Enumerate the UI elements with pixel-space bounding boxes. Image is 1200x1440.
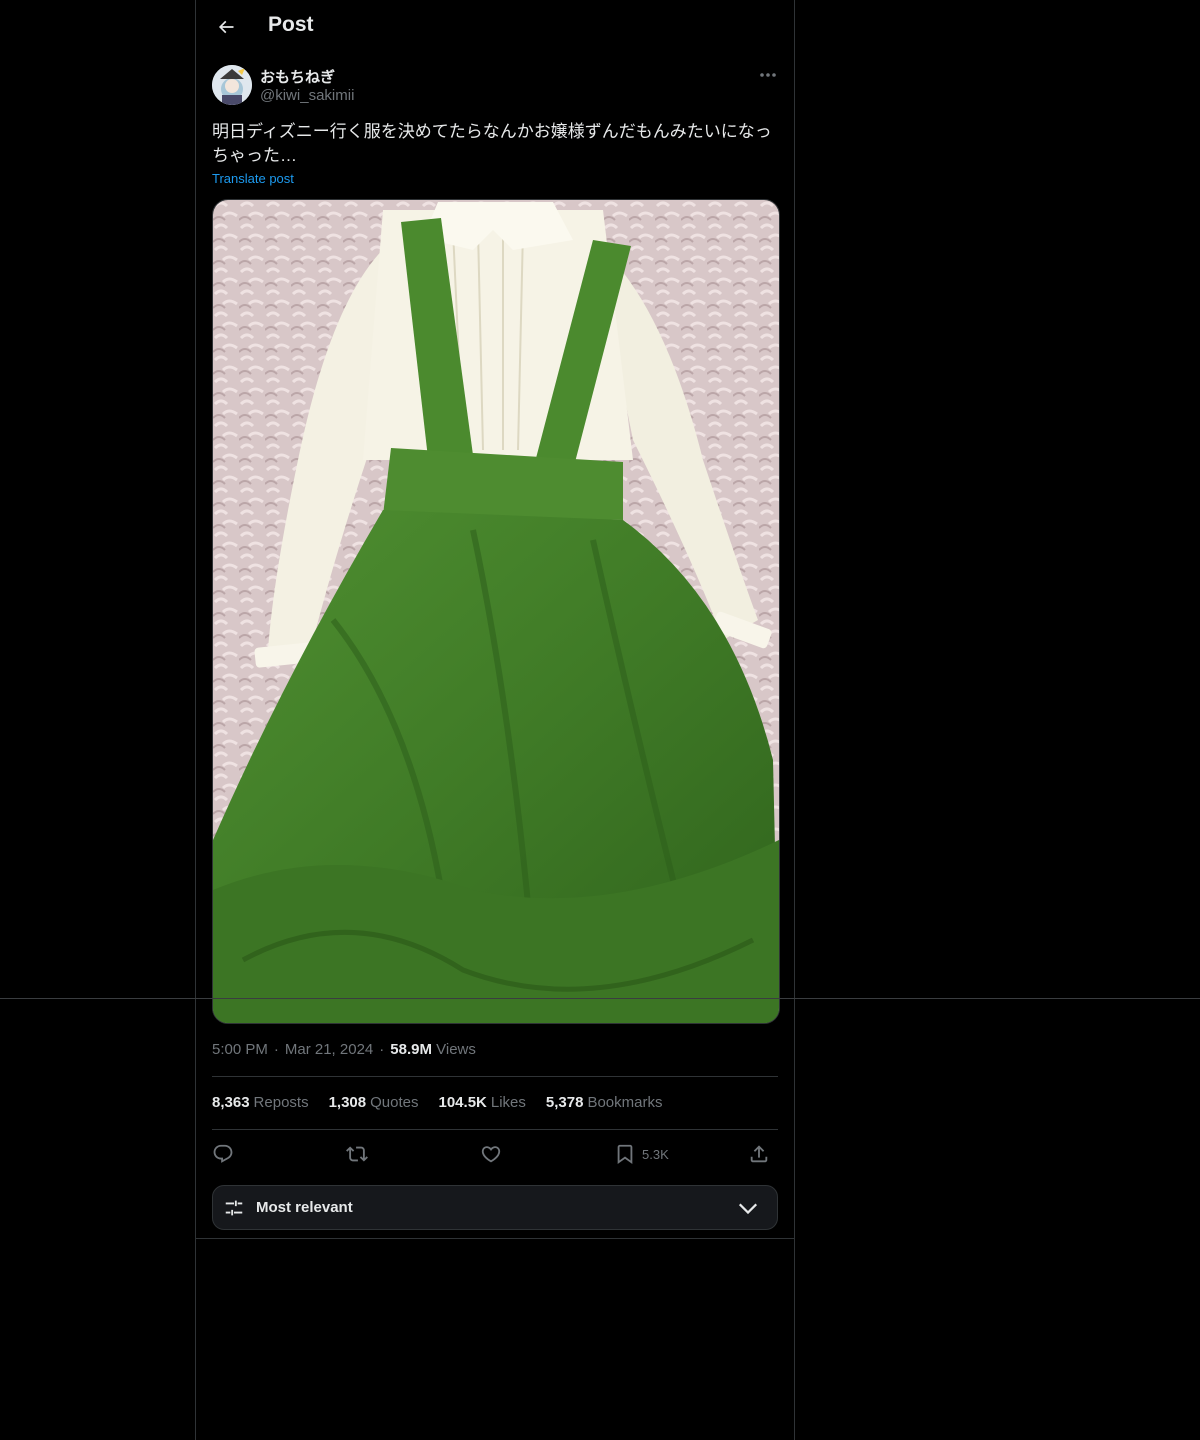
post-date[interactable]: Mar 21, 2024 (285, 1041, 373, 1058)
page-header: Post (196, 0, 794, 53)
reply-button[interactable] (212, 1139, 234, 1169)
reposts-stat[interactable]: 8,363 Reposts (212, 1094, 309, 1111)
post-meta: 5:00 PM · Mar 21, 2024 · 58.9M Views (212, 1041, 476, 1058)
chevron-down-icon (738, 1203, 758, 1215)
divider (212, 1129, 778, 1130)
sort-label: Most relevant (256, 1199, 353, 1216)
divider (0, 998, 1200, 999)
page-title: Post (268, 13, 314, 36)
sliders-icon (225, 1200, 243, 1216)
bookmark-icon (617, 1144, 633, 1165)
reply-icon (213, 1144, 233, 1163)
post-actions: 5.3K (212, 1139, 778, 1169)
bookmark-count: 5.3K (642, 1146, 669, 1162)
post-column: Post おもちねぎ @kiwi_sakimii 明日ディズニー行く服を決めてた… (195, 0, 795, 1440)
share-icon (750, 1145, 768, 1163)
replies-sort-dropdown[interactable]: Most relevant (212, 1185, 778, 1230)
views-count: 58.9M (390, 1041, 432, 1058)
heart-icon (481, 1146, 501, 1163)
quotes-stat[interactable]: 1,308 Quotes (329, 1094, 419, 1111)
bookmarks-stat[interactable]: 5,378 Bookmarks (546, 1094, 663, 1111)
post-time[interactable]: 5:00 PM (212, 1041, 268, 1058)
avatar[interactable] (212, 65, 252, 105)
likes-stat[interactable]: 104.5K Likes (439, 1094, 526, 1111)
back-button[interactable] (210, 11, 242, 43)
more-options-button[interactable] (754, 64, 782, 86)
repost-icon (346, 1146, 368, 1162)
divider (212, 1076, 778, 1077)
like-button[interactable] (480, 1139, 502, 1169)
repost-button[interactable] (346, 1139, 368, 1169)
author-display-name[interactable]: おもちねぎ (260, 66, 335, 87)
back-arrow-icon (218, 20, 234, 34)
share-button[interactable] (748, 1139, 770, 1169)
bookmark-button[interactable]: 5.3K (614, 1139, 669, 1169)
post-image[interactable] (212, 199, 780, 1024)
more-dots-icon (760, 73, 776, 77)
author-handle[interactable]: @kiwi_sakimii (260, 87, 354, 104)
views-label: Views (436, 1041, 476, 1058)
divider (196, 1238, 794, 1239)
post-stats: 8,363 Reposts 1,308 Quotes 104.5K Likes 5,3… (212, 1094, 662, 1111)
translate-post-link[interactable]: Translate post (212, 171, 294, 186)
post-text: 明日ディズニー行く服を決めてたらなんかお嬢様ずんだもんみたいになっちゃった… (212, 122, 772, 165)
